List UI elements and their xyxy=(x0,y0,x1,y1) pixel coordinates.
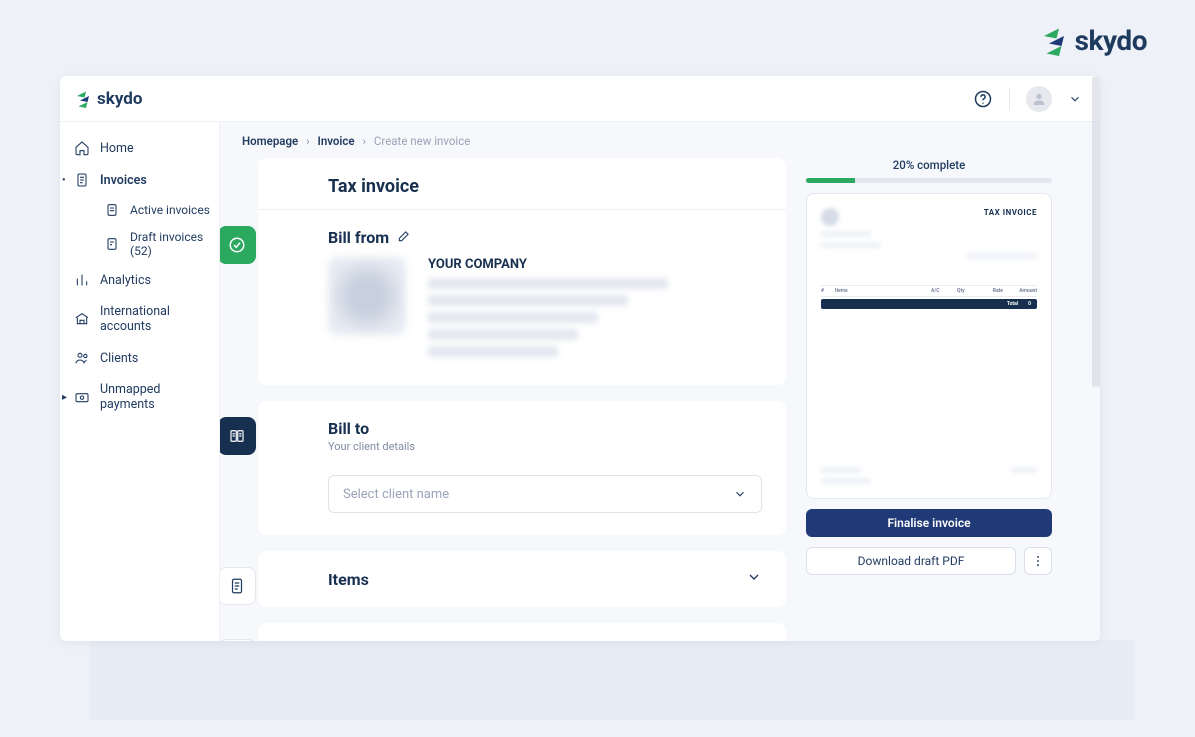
client-select[interactable]: Select client name xyxy=(328,475,762,513)
redacted-line xyxy=(821,242,881,248)
preview-table-header: # Items A/C Qty Rate Amount xyxy=(821,285,1037,297)
app-window: skydo Home xyxy=(60,76,1100,641)
edit-icon[interactable] xyxy=(397,228,411,247)
progress-label: 20% complete xyxy=(806,158,1052,178)
section-bank-details[interactable]: Bank details xyxy=(258,623,786,641)
sidebar-item-international-accounts[interactable]: International accounts xyxy=(60,296,219,342)
preview-col-idx: # xyxy=(821,288,829,294)
outer-brand: skydo xyxy=(1039,24,1147,57)
redacted-line xyxy=(1011,467,1037,473)
chevron-down-icon xyxy=(733,487,747,501)
breadcrumb-home[interactable]: Homepage xyxy=(242,134,298,148)
client-select-placeholder: Select client name xyxy=(343,487,449,502)
background-strip xyxy=(90,640,1135,720)
sidebar-item-label: International accounts xyxy=(100,304,209,334)
redacted-line xyxy=(428,346,558,357)
more-actions-button[interactable] xyxy=(1024,547,1052,575)
preview-logo-placeholder xyxy=(821,208,839,226)
section-bill-to: Bill to Your client details Select clien… xyxy=(258,401,786,535)
step-badge-current xyxy=(220,417,256,455)
sidebar-item-label: Analytics xyxy=(100,273,151,288)
sidebar-item-clients[interactable]: Clients xyxy=(60,342,219,374)
chevron-right-icon: › xyxy=(363,135,366,148)
sidebar-item-home[interactable]: Home xyxy=(60,132,219,164)
dots-vertical-icon xyxy=(1031,554,1045,568)
redacted-line xyxy=(821,478,871,484)
breadcrumb-invoice[interactable]: Invoice xyxy=(318,134,355,148)
brand-mark-icon xyxy=(74,90,92,108)
sidebar: Home • Invoices Active invoices Draft in… xyxy=(60,122,220,641)
chevron-down-icon[interactable] xyxy=(1068,92,1082,106)
redacted-line xyxy=(428,278,668,289)
sidebar-item-label: Invoices xyxy=(100,173,147,188)
topbar: skydo xyxy=(60,76,1100,122)
step-badge-done xyxy=(220,226,256,264)
redacted-line xyxy=(428,312,598,323)
progress-fill xyxy=(806,178,855,183)
page-title: Tax invoice xyxy=(328,176,738,197)
preview-col-amount: Amount xyxy=(1009,288,1037,294)
section-items[interactable]: Items xyxy=(258,551,786,607)
preview-col-items: Items xyxy=(835,288,925,294)
preview-col-ac: A/C xyxy=(931,288,951,294)
section-title: Bill from xyxy=(328,228,389,247)
sidebar-item-analytics[interactable]: Analytics xyxy=(60,264,219,296)
sidebar-item-draft-invoices[interactable]: Draft invoices (52) xyxy=(90,224,219,264)
topbar-brand[interactable]: skydo xyxy=(74,89,142,109)
step-badge-pending xyxy=(220,639,256,641)
redacted-line xyxy=(821,467,861,473)
progress-bar xyxy=(806,178,1052,183)
sidebar-item-invoices[interactable]: • Invoices xyxy=(60,164,219,196)
breadcrumb-current: Create new invoice xyxy=(374,134,470,148)
chevron-down-icon xyxy=(746,569,762,589)
main-content: Homepage › Invoice › Create new invoice … xyxy=(220,122,1100,641)
section-subtitle: Your client details xyxy=(328,440,415,453)
sidebar-item-label: Home xyxy=(100,141,134,156)
topbar-divider xyxy=(1009,88,1010,110)
sidebar-item-label: Draft invoices (52) xyxy=(130,230,211,258)
preview-doc-label: TAX INVOICE xyxy=(984,208,1037,248)
sidebar-item-active-invoices[interactable]: Active invoices xyxy=(90,196,219,224)
preview-total-row: Total 0 xyxy=(821,299,1037,309)
sidebar-item-label: Clients xyxy=(100,351,138,366)
help-icon[interactable] xyxy=(973,89,993,109)
step-badge-pending xyxy=(220,567,256,605)
chevron-right-icon: › xyxy=(306,135,309,148)
breadcrumb: Homepage › Invoice › Create new invoice xyxy=(238,132,1082,158)
section-title: Bill to xyxy=(328,419,369,438)
redacted-line xyxy=(428,329,578,340)
finalise-button[interactable]: Finalise invoice xyxy=(806,509,1052,537)
preview-total-label: Total xyxy=(1007,301,1018,307)
sidebar-invoices-children: Active invoices Draft invoices (52) xyxy=(60,196,219,264)
avatar[interactable] xyxy=(1026,86,1052,112)
sidebar-item-label: Unmapped payments xyxy=(100,382,209,412)
preview-total-value: 0 xyxy=(1028,301,1031,307)
redacted-line xyxy=(967,253,1037,259)
download-pdf-button[interactable]: Download draft PDF xyxy=(806,547,1016,575)
form-column: Tax invoice Bill from xyxy=(238,158,786,641)
preview-col-qty: Qty xyxy=(957,288,975,294)
section-bill-from: Bill from YOUR CO xyxy=(258,210,786,385)
sidebar-item-unmapped-payments[interactable]: ▸ Unmapped payments xyxy=(60,374,219,420)
expand-arrow-icon: ▸ xyxy=(62,392,67,403)
preview-col-rate: Rate xyxy=(981,288,1003,294)
preview-column: 20% complete TAX INVOICE xyxy=(806,158,1052,575)
company-name: YOUR COMPANY xyxy=(428,257,762,272)
company-logo-placeholder xyxy=(328,257,406,335)
invoice-preview: TAX INVOICE # Items A/C Qty Rate Amount xyxy=(806,193,1052,499)
brand-word: skydo xyxy=(1075,24,1147,57)
brand-mark-icon xyxy=(1039,26,1069,56)
redacted-line xyxy=(428,295,628,306)
redacted-line xyxy=(821,231,871,237)
finalise-button-label: Finalise invoice xyxy=(887,516,970,530)
sidebar-item-label: Active invoices xyxy=(130,203,210,217)
brand-word: skydo xyxy=(97,89,142,109)
download-pdf-label: Download draft PDF xyxy=(858,554,965,568)
collapse-dot-icon: • xyxy=(62,175,66,186)
section-title: Items xyxy=(328,570,369,589)
app-body: Home • Invoices Active invoices Draft in… xyxy=(60,122,1100,641)
topbar-actions xyxy=(973,86,1082,112)
content-columns: Tax invoice Bill from xyxy=(238,158,1082,641)
title-card: Tax invoice Bill from xyxy=(258,158,786,385)
